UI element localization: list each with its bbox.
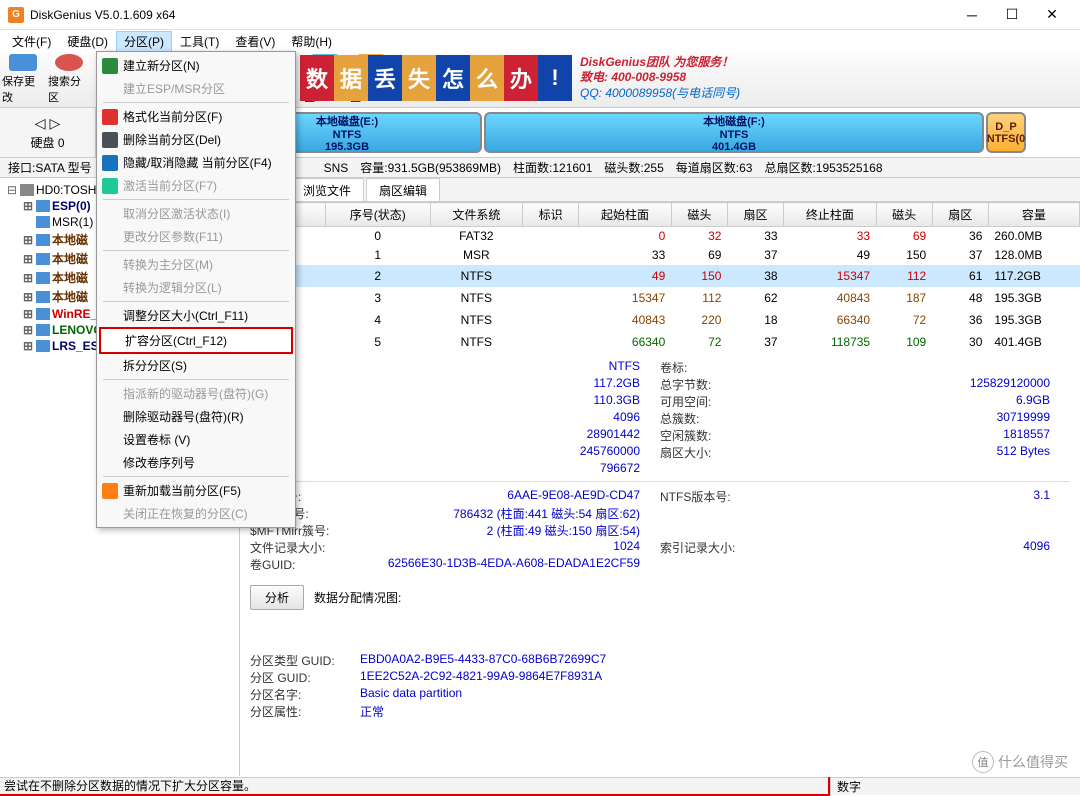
menu-1[interactable]: 硬盘(D) [59, 31, 116, 52]
menu-item: 建立ESP/MSR分区 [99, 77, 293, 100]
analyze-button[interactable]: 分析 [250, 585, 304, 610]
partition-menu-dropdown[interactable]: 建立新分区(N)建立ESP/MSR分区格式化当前分区(F)删除当前分区(Del)… [96, 51, 296, 528]
menu-item: 转换为逻辑分区(L) [99, 276, 293, 299]
menu-2[interactable]: 分区(P) [116, 31, 172, 52]
menu-item[interactable]: 重新加载当前分区(F5) [99, 479, 293, 502]
main-tabs: 浏览文件扇区编辑 [240, 178, 1080, 202]
menu-item[interactable]: 格式化当前分区(F) [99, 105, 293, 128]
menu-item[interactable]: 隐藏/取消隐藏 当前分区(F4) [99, 151, 293, 174]
menu-0[interactable]: 文件(F) [4, 31, 59, 52]
watermark: 值 什么值得买 [972, 751, 1068, 773]
tab-0[interactable]: 浏览文件 [290, 178, 364, 201]
maximize-button[interactable]: ☐ [992, 1, 1032, 29]
partition-details: 型:NTFS卷标:117.2GB总字节数:125829120000110.3GB… [240, 353, 1080, 481]
menu-item: 激活当前分区(F7) [99, 174, 293, 197]
analyze-label: 数据分配情况图: [314, 589, 401, 606]
menu-item[interactable]: 设置卷标 (V) [99, 428, 293, 451]
menubar: 文件(F)硬盘(D)分区(P)工具(T)查看(V)帮助(H) [0, 30, 1080, 52]
menu-item: 更改分区参数(F11) [99, 225, 293, 248]
menu-5[interactable]: 帮助(H) [283, 31, 340, 52]
table-row[interactable]: 0)0FAT3203233336936260.0MB [241, 227, 1080, 246]
menu-item: 指派新的驱动器号(盘符)(G) [99, 382, 293, 405]
partition-box[interactable]: D_PNTFS(0 [986, 112, 1026, 153]
nav-arrows-icon[interactable]: ◁ ▷ [35, 115, 60, 132]
watermark-icon: 值 [972, 751, 994, 773]
menu-item[interactable]: 调整分区大小(Ctrl_F11) [99, 304, 293, 327]
table-row[interactable]: 磁盘(F:)5NTFS66340723711873510930401.4GB [241, 331, 1080, 353]
menu-item: 转换为主分区(M) [99, 253, 293, 276]
close-button[interactable]: ✕ [1032, 1, 1072, 29]
disk-nav[interactable]: ◁ ▷ 硬盘 0 [0, 108, 96, 157]
search-partition-button[interactable]: 搜索分区 [46, 52, 92, 107]
menu-item: 关闭正在恢复的分区(C) [99, 502, 293, 525]
menu-3[interactable]: 工具(T) [172, 31, 227, 52]
app-icon: G [8, 7, 24, 23]
menu-item[interactable]: 删除当前分区(Del) [99, 128, 293, 151]
status-mode: 数字 [830, 778, 1080, 795]
tab-1[interactable]: 扇区编辑 [366, 178, 440, 201]
status-bar: 尝试在不删除分区数据的情况下扩大分区容量。 数字 [0, 777, 1080, 795]
menu-item: 取消分区激活状态(I) [99, 202, 293, 225]
table-row[interactable]: 磁盘(C:)2NTFS49150381534711261117.2GB [241, 265, 1080, 287]
partition-box[interactable]: 本地磁盘(F:)NTFS401.4GB [484, 112, 984, 153]
partition-table[interactable]: 序号(状态)文件系统标识起始柱面磁头扇区终止柱面磁头扇区容量 0)0FAT320… [240, 202, 1080, 353]
table-row[interactable]: 磁盘(E:)4NTFS4084322018663407236195.3GB [241, 309, 1080, 331]
menu-4[interactable]: 查看(V) [227, 31, 283, 52]
disk-label: 硬盘 0 [30, 134, 64, 151]
menu-item[interactable]: 建立新分区(N) [99, 54, 293, 77]
minimize-button[interactable]: ─ [952, 1, 992, 29]
menu-item[interactable]: 修改卷序列号 [99, 451, 293, 474]
table-row[interactable]: 磁盘(D:)3NTFS15347112624084318748195.3GB [241, 287, 1080, 309]
menu-item[interactable]: 拆分分区(S) [99, 354, 293, 377]
save-button[interactable]: 保存更改 [0, 52, 46, 107]
menu-item[interactable]: 删除驱动器号(盘符)(R) [99, 405, 293, 428]
menu-item[interactable]: 扩容分区(Ctrl_F12) [99, 327, 293, 354]
status-text: 尝试在不删除分区数据的情况下扩大分区容量。 [0, 777, 830, 796]
banner: 数据丢失怎么办!DiskGenius团队 为您服务！致电: 400-008-99… [300, 54, 970, 102]
window-title: DiskGenius V5.0.1.609 x64 [30, 8, 952, 22]
table-row[interactable]: 1)1MSR3369374915037128.0MB [241, 246, 1080, 265]
titlebar: G DiskGenius V5.0.1.609 x64 ─ ☐ ✕ [0, 0, 1080, 30]
